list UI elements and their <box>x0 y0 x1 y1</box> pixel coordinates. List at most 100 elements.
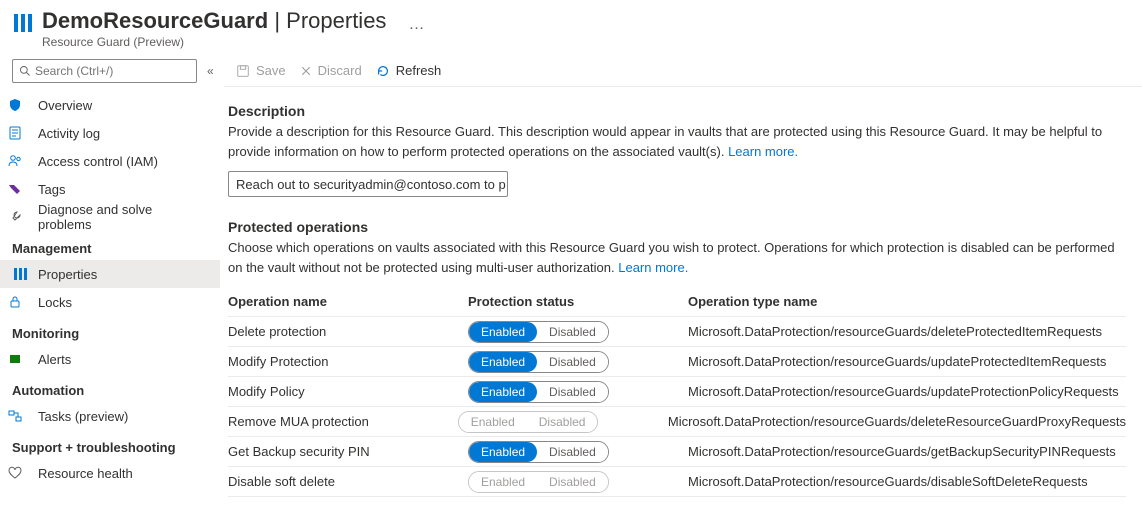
operation-type: Microsoft.DataProtection/resourceGuards/… <box>668 414 1126 429</box>
sidebar-item-diagnose-and-solve-problems[interactable]: Diagnose and solve problems <box>0 203 220 231</box>
toggle-enabled[interactable]: Enabled <box>469 352 537 372</box>
protection-status: EnabledDisabled <box>468 321 688 343</box>
protection-toggle[interactable]: EnabledDisabled <box>468 351 609 373</box>
tag-icon <box>12 181 28 197</box>
main-content: Save Discard Refresh Description Provide… <box>220 55 1142 512</box>
operations-table: Operation name Protection status Operati… <box>228 287 1126 497</box>
operation-name: Modify Policy <box>228 384 468 399</box>
toggle-disabled: Disabled <box>527 412 598 432</box>
section-support: Support + troubleshooting <box>0 430 220 459</box>
operation-type: Microsoft.DataProtection/resourceGuards/… <box>688 444 1126 459</box>
sidebar-item-label: Overview <box>38 98 92 113</box>
page-header: DemoResourceGuard | Properties Resource … <box>0 0 1142 55</box>
table-row: Modify PolicyEnabledDisabled Microsoft.Da… <box>228 377 1126 407</box>
sidebar-item-activity-log[interactable]: Activity log <box>0 119 220 147</box>
toggle-enabled[interactable]: Enabled <box>469 322 537 342</box>
toggle-enabled: Enabled <box>469 472 537 492</box>
alerts-icon <box>12 351 28 367</box>
table-row: Delete protectionEnabledDisabled Microsof… <box>228 317 1126 347</box>
toggle-disabled: Disabled <box>537 472 608 492</box>
protection-status: EnabledDisabled <box>468 381 688 403</box>
protection-status: EnabledDisabled <box>468 471 688 493</box>
protected-learn-more[interactable]: Learn more. <box>618 260 688 275</box>
sidebar-item-label: Alerts <box>38 352 71 367</box>
page-subtitle: Resource Guard (Preview) <box>42 35 386 49</box>
section-monitoring: Monitoring <box>0 316 220 345</box>
protection-toggle[interactable]: EnabledDisabled <box>468 321 609 343</box>
toggle-enabled[interactable]: Enabled <box>469 382 537 402</box>
log-icon <box>12 125 28 141</box>
protected-text: Choose which operations on vaults associ… <box>228 238 1126 277</box>
protected-heading: Protected operations <box>228 219 1126 235</box>
operation-type: Microsoft.DataProtection/resourceGuards/… <box>688 354 1126 369</box>
table-row: Remove MUA protectionEnabledDisabled Micr… <box>228 407 1126 437</box>
search-icon <box>19 65 31 77</box>
sidebar-item-access-control-iam-[interactable]: Access control (IAM) <box>0 147 220 175</box>
heart-icon <box>12 465 28 481</box>
command-bar: Save Discard Refresh <box>224 55 1142 87</box>
sidebar-item-label: Access control (IAM) <box>38 154 158 169</box>
sidebar-item-label: Locks <box>38 295 72 310</box>
operation-type: Microsoft.DataProtection/resourceGuards/… <box>688 474 1126 489</box>
table-header: Operation name Protection status Operati… <box>228 287 1126 317</box>
collapse-sidebar[interactable]: « <box>207 64 214 78</box>
sidebar-item-properties[interactable]: Properties <box>0 260 220 288</box>
operation-name: Remove MUA protection <box>228 414 458 429</box>
operation-type: Microsoft.DataProtection/resourceGuards/… <box>688 324 1126 339</box>
toggle-disabled[interactable]: Disabled <box>537 442 608 462</box>
col-header-type: Operation type name <box>688 294 1126 309</box>
section-automation: Automation <box>0 373 220 402</box>
protection-toggle: EnabledDisabled <box>468 471 609 493</box>
save-icon <box>236 64 250 78</box>
sidebar-item-resource-health[interactable]: Resource health <box>0 459 220 487</box>
table-row: Disable soft deleteEnabledDisabledMicros… <box>228 467 1126 497</box>
refresh-icon <box>376 64 390 78</box>
col-header-status: Protection status <box>468 294 688 309</box>
sidebar-item-tasks-preview-[interactable]: Tasks (preview) <box>0 402 220 430</box>
protection-status: EnabledDisabled <box>468 351 688 373</box>
toggle-disabled[interactable]: Disabled <box>537 382 608 402</box>
sidebar-item-overview[interactable]: Overview <box>0 91 220 119</box>
lock-icon <box>12 294 28 310</box>
sidebar-item-locks[interactable]: Locks <box>0 288 220 316</box>
operation-type: Microsoft.DataProtection/resourceGuards/… <box>688 384 1126 399</box>
toggle-disabled[interactable]: Disabled <box>537 322 608 342</box>
toggle-enabled: Enabled <box>459 412 527 432</box>
protection-toggle[interactable]: EnabledDisabled <box>468 441 609 463</box>
description-input[interactable]: Reach out to securityadmin@contoso.com t… <box>228 171 508 197</box>
section-management: Management <box>0 231 220 260</box>
table-row: Get Backup security PINEnabledDisabled Mi… <box>228 437 1126 467</box>
protection-toggle[interactable]: EnabledDisabled <box>468 381 609 403</box>
description-learn-more[interactable]: Learn more. <box>728 144 798 159</box>
shield-icon <box>12 97 28 113</box>
page-title: DemoResourceGuard | Properties <box>42 8 386 34</box>
refresh-button[interactable]: Refresh <box>376 63 442 78</box>
discard-icon <box>300 65 312 77</box>
discard-button[interactable]: Discard <box>300 63 362 78</box>
save-button[interactable]: Save <box>236 63 286 78</box>
sidebar-item-tags[interactable]: Tags <box>0 175 220 203</box>
search-input[interactable] <box>12 59 197 83</box>
sidebar-item-label: Tasks (preview) <box>38 409 128 424</box>
sidebar-item-label: Properties <box>38 267 97 282</box>
operation-name: Delete protection <box>228 324 468 339</box>
sidebar-item-alerts[interactable]: Alerts <box>0 345 220 373</box>
protection-status: EnabledDisabled <box>458 411 668 433</box>
col-header-operation: Operation name <box>228 294 468 309</box>
more-menu[interactable]: … <box>408 16 425 34</box>
description-text: Provide a description for this Resource … <box>228 122 1126 161</box>
sidebar-item-label: Diagnose and solve problems <box>38 202 208 232</box>
operation-name: Get Backup security PIN <box>228 444 468 459</box>
wrench-icon <box>12 209 28 225</box>
description-heading: Description <box>228 103 1126 119</box>
protection-status: EnabledDisabled <box>468 441 688 463</box>
sidebar-item-label: Resource health <box>38 466 133 481</box>
tasks-icon <box>12 408 28 424</box>
toggle-enabled[interactable]: Enabled <box>469 442 537 462</box>
sidebar: « Overview Activity log Access control (IA… <box>0 55 220 512</box>
operation-name: Modify Protection <box>228 354 468 369</box>
sidebar-item-label: Activity log <box>38 126 100 141</box>
iam-icon <box>12 153 28 169</box>
protection-toggle: EnabledDisabled <box>458 411 599 433</box>
toggle-disabled[interactable]: Disabled <box>537 352 608 372</box>
